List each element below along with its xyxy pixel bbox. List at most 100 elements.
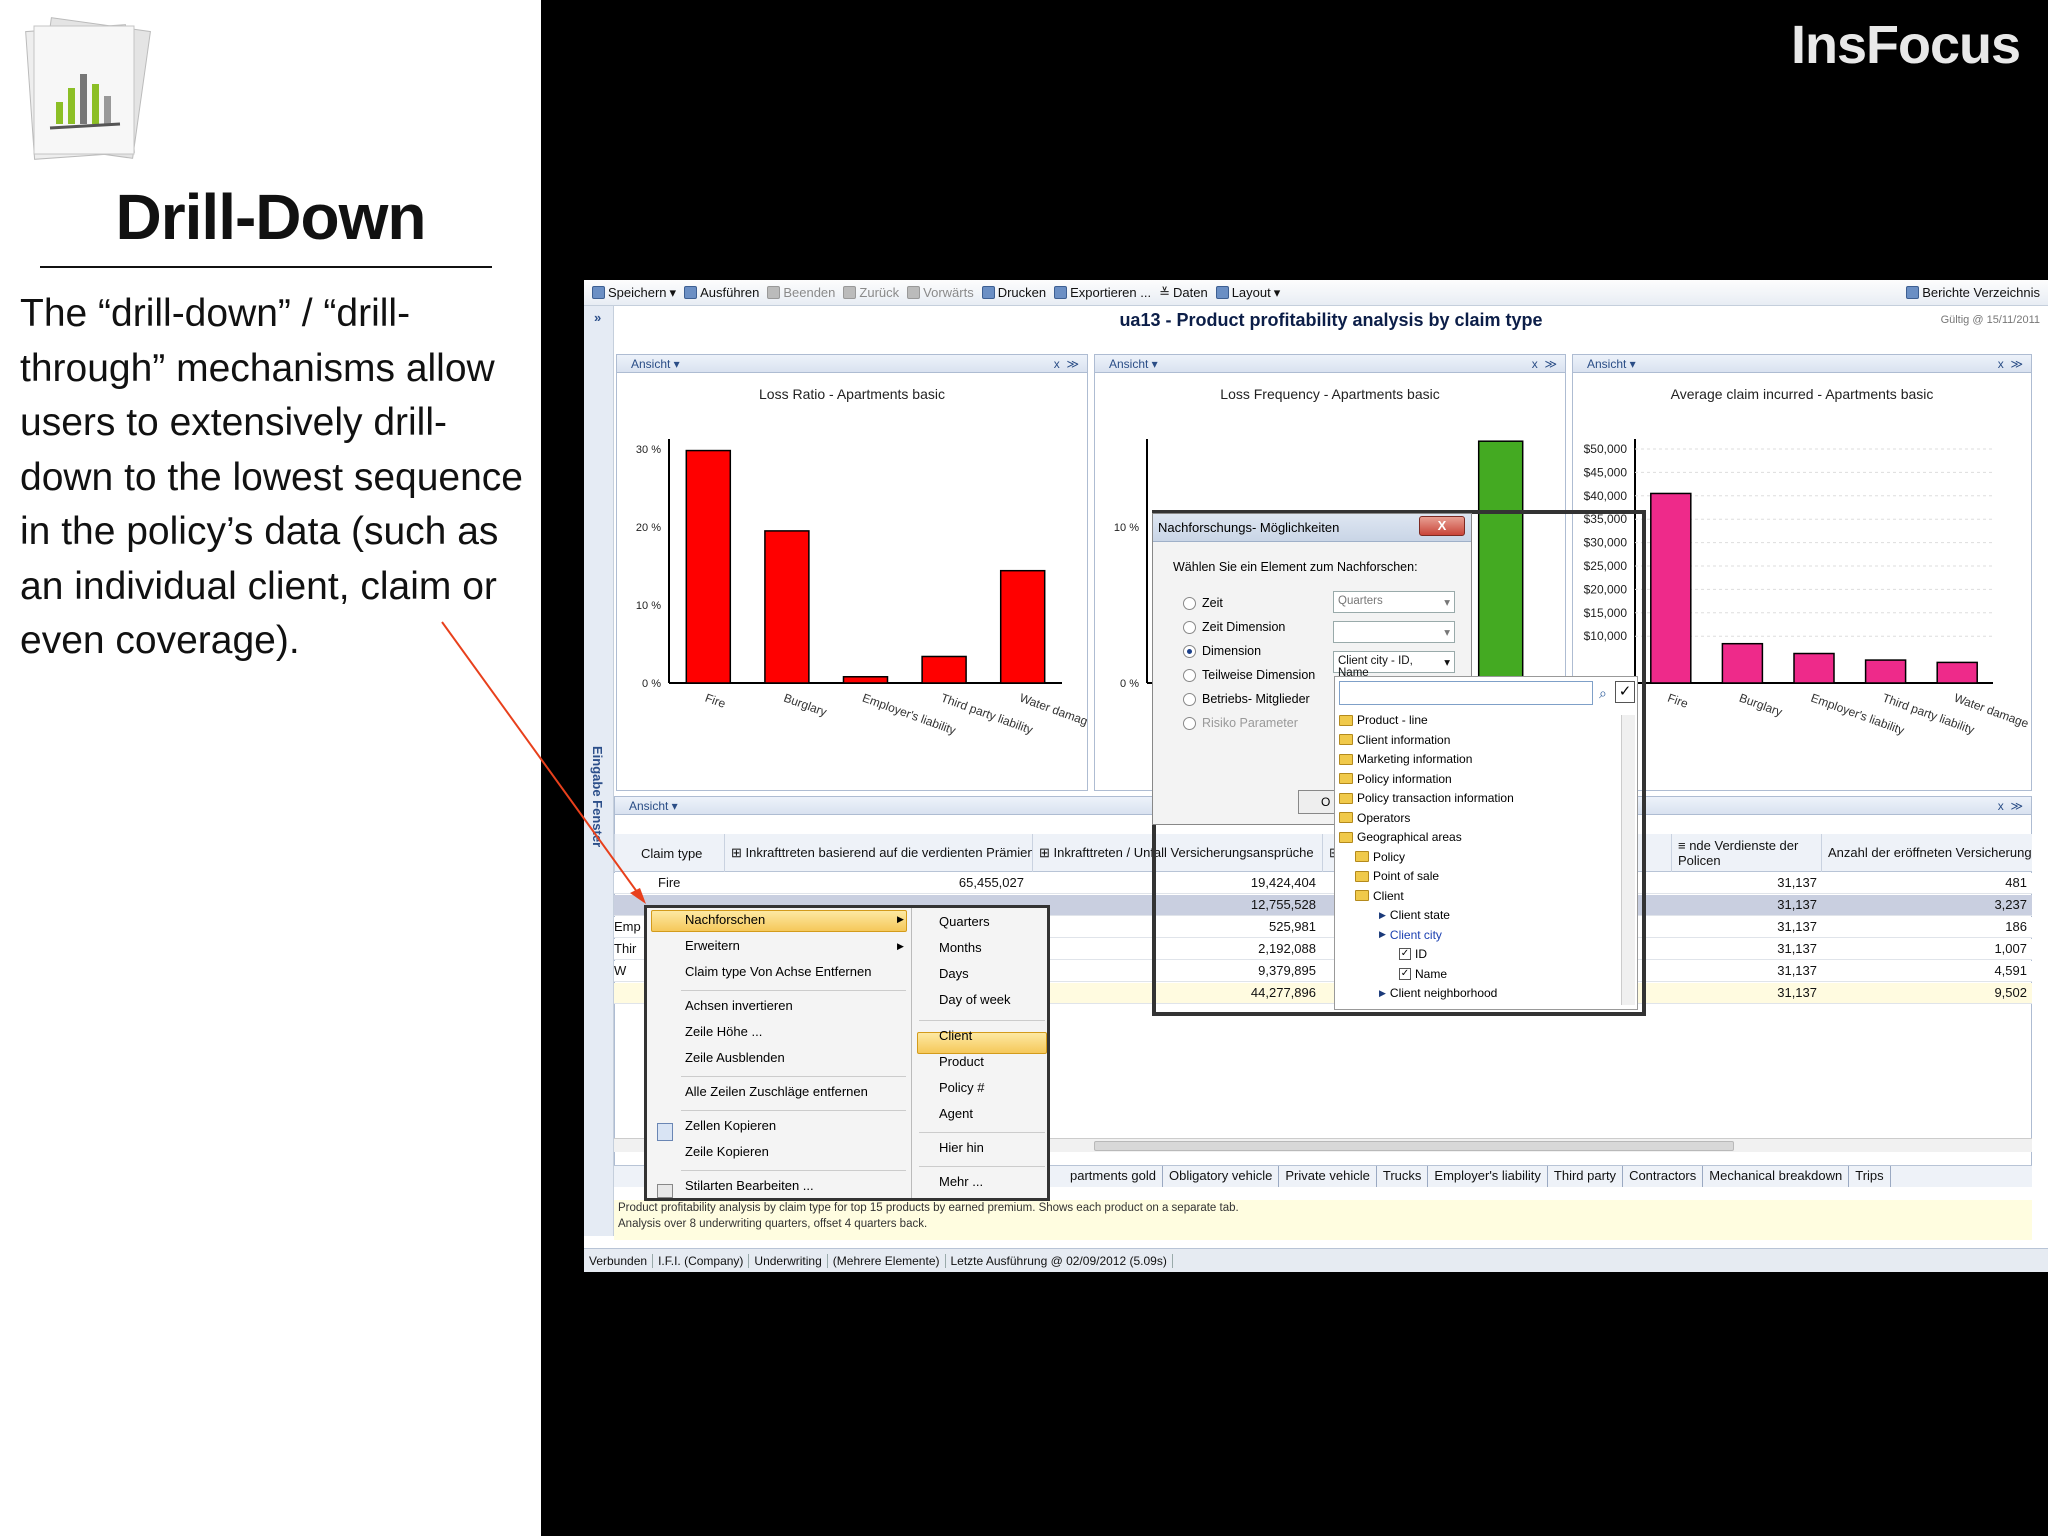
print-button[interactable]: Drucken: [981, 285, 1046, 300]
menu-item[interactable]: Zeile Höhe ...: [685, 1024, 762, 1039]
confirm-check-icon[interactable]: ✓: [1615, 681, 1635, 703]
back-button[interactable]: Zurück: [843, 285, 899, 300]
expand-triangle-icon: ▶: [1379, 929, 1386, 939]
tab-product[interactable]: Contractors: [1623, 1166, 1704, 1187]
time-select[interactable]: Quarters ▾: [1333, 591, 1455, 613]
submenu-item[interactable]: Mehr ...: [939, 1174, 983, 1189]
tab-product[interactable]: Obligatory vehicle: [1163, 1166, 1280, 1187]
menu-item[interactable]: Alle Zeilen Zuschläge entfernen: [685, 1084, 868, 1099]
tree-node[interactable]: ▶ Client city: [1379, 928, 1442, 942]
close-icon[interactable]: x: [1998, 799, 2004, 813]
menu-item[interactable]: Achsen invertieren: [685, 998, 793, 1013]
cell-count: 186: [2005, 919, 2027, 934]
menu-item[interactable]: Zeile Ausblenden: [685, 1050, 785, 1065]
radio-button-icon: [1183, 692, 1196, 706]
col-claim-type[interactable]: Claim type: [614, 834, 724, 872]
tree-node[interactable]: ▶ Client state: [1379, 908, 1450, 922]
ok-button[interactable]: O: [1298, 790, 1338, 814]
cell-claim-type: W: [614, 963, 627, 978]
submenu-item[interactable]: Quarters: [939, 914, 990, 929]
scroll-thumb[interactable]: [1094, 1141, 1734, 1151]
submenu-item[interactable]: Product: [939, 1054, 984, 1069]
expand-panel-icon[interactable]: »: [594, 310, 601, 325]
forward-icon: [907, 286, 921, 299]
y-tick-label: 0 %: [642, 678, 661, 690]
tree-folder[interactable]: Geographical areas: [1339, 830, 1462, 844]
tree-search-input[interactable]: [1339, 681, 1593, 705]
tab-product[interactable]: Trucks: [1377, 1166, 1429, 1187]
view-menu[interactable]: Ansicht ▾: [629, 799, 678, 813]
menu-item[interactable]: Zellen Kopieren: [685, 1118, 776, 1133]
submenu-item[interactable]: Client: [939, 1028, 972, 1043]
menu-item[interactable]: Zeile Kopieren: [685, 1144, 769, 1159]
col-earned-policies[interactable]: ≡ nde Verdienste der Policen: [1671, 834, 1821, 872]
tree-folder[interactable]: Product - line: [1339, 713, 1428, 727]
input-window-strip[interactable]: » Eingabe Fenster: [584, 306, 614, 1236]
radio-option[interactable]: Teilweise Dimension: [1183, 668, 1315, 682]
radio-option[interactable]: Dimension: [1183, 644, 1261, 658]
valid-date: Gültig @ 15/11/2011: [1940, 314, 2040, 326]
tree-folder[interactable]: Policy: [1355, 850, 1405, 864]
tree-scrollbar[interactable]: [1621, 715, 1635, 1005]
loss-ratio-chart: 0 %10 %20 %30 %Fire Burglary Employer's li…: [636, 439, 1087, 737]
dimension-select[interactable]: Client city - ID, Name ▾: [1333, 651, 1455, 679]
forward-button[interactable]: Vorwärts: [907, 285, 974, 300]
submenu-item[interactable]: Policy #: [939, 1080, 985, 1095]
radio-option[interactable]: Zeit: [1183, 596, 1223, 610]
col-claim-count[interactable]: Anzahl der eröffneten Versicherungsfälle…: [1821, 834, 2032, 872]
stop-button[interactable]: Beenden: [767, 285, 835, 300]
submenu-item[interactable]: Months: [939, 940, 982, 955]
tab-product[interactable]: partments gold: [1064, 1166, 1163, 1187]
menu-item[interactable]: Stilarten Bearbeiten ...: [685, 1178, 814, 1193]
close-icon[interactable]: x: [1998, 357, 2004, 371]
menu-item[interactable]: Claim type Von Achse Entfernen: [685, 964, 871, 979]
search-icon[interactable]: ⌕: [1599, 685, 1607, 702]
tree-check-node[interactable]: ✓ ID: [1399, 947, 1427, 961]
view-menu[interactable]: Ansicht ▾: [1109, 357, 1158, 371]
data-button[interactable]: ≚ Daten: [1159, 285, 1208, 301]
time-dimension-select[interactable]: ▾: [1333, 621, 1455, 643]
collapse-icon[interactable]: ≫: [2010, 799, 2023, 813]
run-button[interactable]: Ausführen: [684, 285, 759, 300]
tree-check-node[interactable]: ✓ Name: [1399, 967, 1447, 981]
submenu-item[interactable]: Days: [939, 966, 969, 981]
submenu-item[interactable]: Day of week: [939, 992, 1011, 1007]
view-menu[interactable]: Ansicht ▾: [1587, 357, 1636, 371]
tree-folder[interactable]: Point of sale: [1355, 869, 1439, 883]
view-menu[interactable]: Ansicht ▾: [631, 357, 680, 371]
tree-folder[interactable]: Policy transaction information: [1339, 791, 1514, 805]
tab-product[interactable]: Trips: [1849, 1166, 1891, 1187]
tree-folder[interactable]: Operators: [1339, 811, 1410, 825]
tree-folder[interactable]: Policy information: [1339, 772, 1452, 786]
tab-product[interactable]: Third party: [1548, 1166, 1624, 1187]
radio-option[interactable]: Zeit Dimension: [1183, 620, 1285, 634]
tree-folder[interactable]: Marketing information: [1339, 752, 1472, 766]
status-item: Letzte Ausführung @ 02/09/2012 (5.09s): [946, 1253, 1173, 1268]
menu-item[interactable]: Erweitern: [685, 938, 740, 953]
tab-product[interactable]: Mechanical breakdown: [1703, 1166, 1850, 1187]
radio-option[interactable]: Betriebs- Mitglieder: [1183, 692, 1310, 706]
close-icon[interactable]: x: [1532, 357, 1538, 371]
slide-text-panel: Drill-Down The “drill-down” / “drill-thr…: [0, 0, 541, 1536]
tree-node[interactable]: ▶ Client neighborhood: [1379, 986, 1497, 1000]
export-button[interactable]: Exportieren ...: [1054, 285, 1151, 300]
submenu-item[interactable]: Agent: [939, 1106, 973, 1121]
close-button[interactable]: X: [1419, 516, 1465, 536]
back-icon: [843, 286, 857, 299]
collapse-icon[interactable]: ≫: [1066, 357, 1079, 371]
menu-item[interactable]: Nachforschen: [685, 912, 765, 927]
report-directory-button[interactable]: Berichte Verzeichnis: [1906, 285, 2040, 300]
layout-button[interactable]: Layout ▾: [1215, 285, 1280, 301]
collapse-icon[interactable]: ≫: [2010, 357, 2023, 371]
save-button[interactable]: Speichern ▾: [592, 285, 676, 301]
tab-product[interactable]: Private vehicle: [1279, 1166, 1377, 1187]
close-icon[interactable]: x: [1054, 357, 1060, 371]
radio-option[interactable]: Risiko Parameter: [1183, 716, 1298, 730]
col-earned-premium[interactable]: ⊞ Inkrafttreten basierend auf die verdie…: [724, 834, 1032, 872]
collapse-icon[interactable]: ≫: [1544, 357, 1557, 371]
submenu-item[interactable]: Hier hin: [939, 1140, 984, 1155]
tree-folder[interactable]: Client: [1355, 889, 1404, 903]
bar: [1650, 492, 1692, 684]
tab-product[interactable]: Employer's liability: [1428, 1166, 1548, 1187]
tree-folder[interactable]: Client information: [1339, 733, 1450, 747]
